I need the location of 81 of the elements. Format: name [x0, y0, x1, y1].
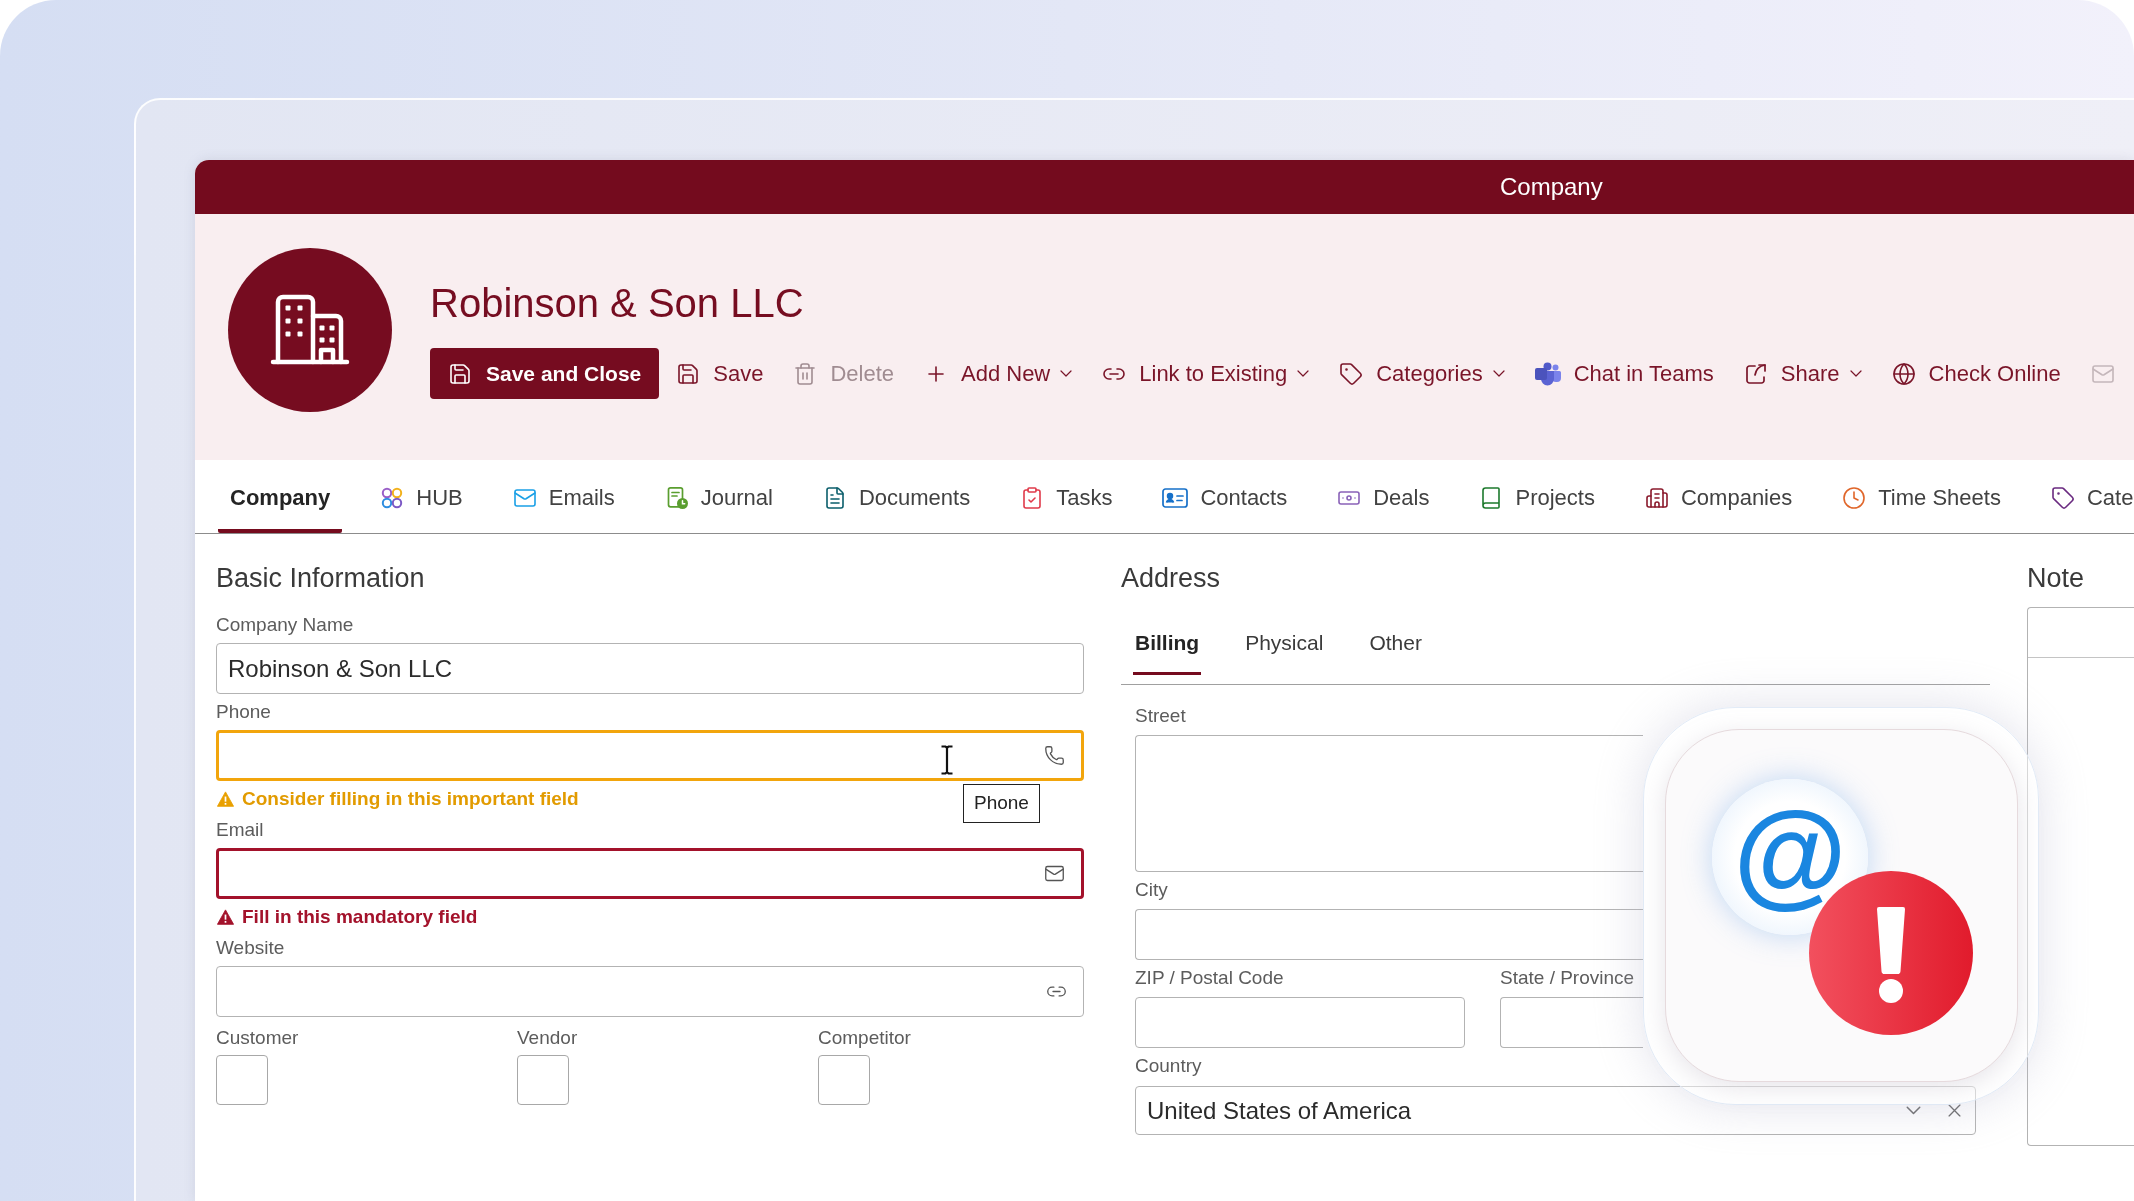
field-label: State / Province: [1500, 966, 1635, 990]
address-tab[interactable]: Billing: [1133, 611, 1202, 675]
tab[interactable]: HUB: [368, 460, 475, 533]
chevron-down-icon: [1060, 370, 1073, 377]
field-label: Email: [216, 818, 264, 842]
input-field[interactable]: [1135, 909, 1643, 960]
tab[interactable]: Contacts: [1150, 460, 1300, 533]
textarea-field[interactable]: [1135, 735, 1643, 872]
chevron-down-icon: [1849, 370, 1862, 377]
tooltip: Phone: [963, 784, 1040, 823]
save-button[interactable]: Save: [663, 348, 777, 399]
checkbox[interactable]: [517, 1055, 569, 1105]
clock-icon: [1842, 485, 1867, 510]
tag-icon: [1339, 361, 1364, 386]
share-button[interactable]: Share: [1730, 348, 1875, 399]
save-and-close-button[interactable]: Save and Close: [430, 348, 660, 399]
select-field[interactable]: United States of America: [1135, 1086, 1976, 1135]
tab[interactable]: Projects: [1467, 460, 1607, 533]
error-message: Fill in this mandatory field: [242, 904, 478, 929]
categories-button[interactable]: Categories: [1326, 348, 1518, 399]
at-symbol: @: [1712, 779, 1868, 935]
building-icon: [1644, 485, 1669, 510]
tab[interactable]: Time Sheets: [1830, 460, 2013, 533]
chevron-down-icon: [1906, 1106, 1921, 1115]
website-field[interactable]: [216, 966, 1084, 1017]
note-field[interactable]: [2027, 607, 2134, 1146]
field-label: Website: [216, 936, 285, 960]
mail-icon: [1044, 863, 1065, 884]
chevron-down-icon: [1297, 370, 1310, 377]
field-label: Customer: [216, 1026, 299, 1050]
tab[interactable]: Emails: [500, 460, 627, 533]
input-field[interactable]: [1135, 997, 1465, 1048]
checkbox[interactable]: [216, 1055, 268, 1105]
window-title: Company: [1500, 172, 1603, 202]
checkbox[interactable]: [818, 1055, 870, 1105]
email-field[interactable]: [216, 848, 1084, 899]
tab[interactable]: Company: [218, 460, 343, 533]
field-label: ZIP / Postal Code: [1135, 966, 1284, 990]
warning-message: Consider filling in this important field: [242, 786, 579, 811]
share-arrow-icon: [1743, 361, 1768, 386]
tab[interactable]: Cate: [2038, 460, 2134, 533]
company-name-title: Robinson & Son LLC: [430, 280, 804, 327]
text-cursor-icon: [940, 745, 954, 775]
field-label: Company Name: [216, 613, 354, 637]
globe-icon: [1891, 361, 1916, 386]
save-icon: [676, 361, 701, 386]
field-label: Street: [1135, 704, 1186, 728]
section-title: Note: [2027, 562, 2085, 595]
trash-icon: [793, 361, 818, 386]
phone-field[interactable]: [216, 730, 1084, 781]
field-label: City: [1135, 878, 1168, 902]
link-to-existing-button[interactable]: Link to Existing: [1089, 348, 1323, 399]
four-circles-icon: [380, 485, 405, 510]
tab[interactable]: Documents: [810, 460, 983, 533]
building-avatar-icon: [228, 248, 392, 412]
warning-icon: [217, 909, 234, 925]
address-tab[interactable]: Other: [1367, 611, 1424, 675]
tab[interactable]: Tasks: [1008, 460, 1125, 533]
section-title: Address: [1121, 562, 1221, 595]
id-card-icon: [1162, 486, 1189, 509]
field-label: Phone: [216, 700, 271, 724]
address-tab[interactable]: Physical: [1243, 611, 1326, 675]
tab[interactable]: Journal: [652, 460, 785, 533]
input-field[interactable]: [1500, 997, 1643, 1048]
chat-button[interactable]: Chat in Teams: [1521, 348, 1727, 399]
section-title: Basic Information: [216, 562, 425, 595]
tab[interactable]: Deals: [1325, 460, 1442, 533]
close-icon: [1948, 1104, 1961, 1117]
save-icon: [448, 361, 472, 386]
tag-icon: [2050, 485, 2075, 510]
phone-icon: [1044, 745, 1065, 766]
chevron-down-icon: [1492, 370, 1505, 377]
field-label: Country: [1135, 1054, 1202, 1078]
check-online-button[interactable]: Check Online: [1878, 348, 2074, 399]
tab[interactable]: Companies: [1632, 460, 1805, 533]
add-new-button[interactable]: Add New: [911, 348, 1086, 399]
field-label: Vendor: [517, 1026, 578, 1050]
team-chat-icon: [1534, 361, 1561, 386]
field-label: Competitor: [818, 1026, 911, 1050]
warning-icon: [217, 791, 234, 807]
company-name-field[interactable]: Robinson & Son LLC: [216, 643, 1084, 694]
